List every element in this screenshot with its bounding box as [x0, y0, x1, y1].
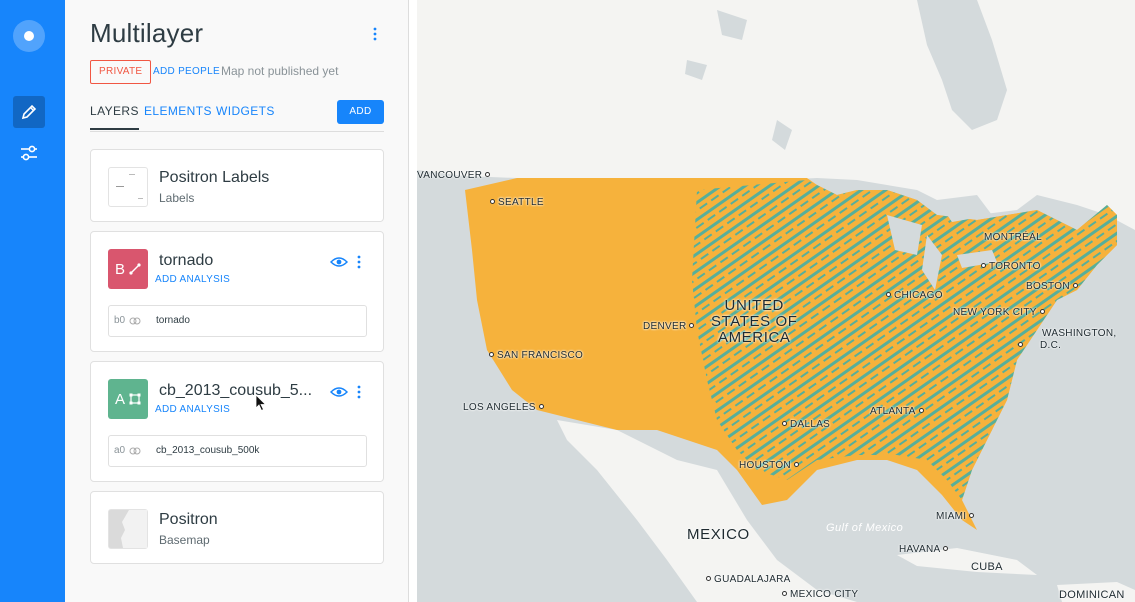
city-label: MIAMI — [936, 511, 977, 522]
layer-card-tornado[interactable]: B tornado ADD ANALYSIS b0 tornado — [90, 231, 384, 352]
sliders-icon — [21, 145, 37, 161]
source-name: tornado — [156, 315, 190, 326]
basemap-thumbnail — [108, 509, 148, 549]
map-options-kebab-icon[interactable] — [367, 26, 383, 42]
city-label: D.C. — [1015, 340, 1061, 351]
add-layer-button[interactable]: ADD — [337, 100, 384, 124]
map-options-button[interactable] — [13, 137, 45, 169]
eye-icon[interactable] — [330, 385, 348, 399]
add-people-link[interactable]: ADD PEOPLE — [153, 66, 220, 77]
layer-name[interactable]: Positron — [159, 511, 218, 529]
link-icon — [129, 317, 141, 325]
city-label: ATLANTA — [870, 406, 927, 417]
layer-options-kebab-icon[interactable] — [355, 254, 363, 270]
city-label: HAVANA — [899, 544, 951, 555]
source-id: b0 — [114, 315, 126, 326]
mouse-cursor-icon — [255, 394, 267, 412]
city-label: DENVER — [643, 321, 697, 332]
city-label: TORONTO — [978, 261, 1041, 272]
edit-map-button[interactable] — [13, 96, 45, 128]
add-analysis-link[interactable]: ADD ANALYSIS — [155, 274, 230, 285]
sea-label: Gulf of Mexico — [826, 522, 904, 534]
layer-letter: A — [114, 390, 125, 408]
layer-name[interactable]: Positron Labels — [159, 169, 269, 187]
line-geometry-icon — [129, 263, 141, 275]
source-id: a0 — [114, 445, 126, 456]
layer-options-kebab-icon[interactable] — [355, 384, 363, 400]
layer-name[interactable]: tornado — [159, 252, 213, 270]
layer-letter-badge: A — [108, 379, 148, 419]
country-label-usa: UNITED STATES OF AMERICA — [711, 297, 798, 346]
city-label: DALLAS — [779, 419, 830, 430]
layer-letter-badge: B — [108, 249, 148, 289]
add-analysis-link[interactable]: ADD ANALYSIS — [155, 404, 230, 415]
publish-status: Map not published yet — [221, 64, 339, 78]
map-canvas[interactable]: VANCOUVER SEATTLE MONTRÉAL TORONTO BOSTO… — [417, 0, 1135, 602]
city-label: CHICAGO — [883, 290, 943, 301]
map-title[interactable]: Multilayer — [90, 18, 203, 49]
editor-panel: Multilayer PRIVATE ADD PEOPLE Map not pu… — [65, 0, 409, 602]
layer-name[interactable]: cb_2013_cousub_5... — [159, 382, 312, 400]
link-icon — [129, 447, 141, 455]
layer-letter: B — [114, 260, 125, 278]
city-label: HOUSTON — [739, 460, 802, 471]
layer-subtitle: Labels — [159, 191, 195, 205]
layer-card-cousub[interactable]: A cb_2013_cousub_5... ADD ANALYSIS a0 cb… — [90, 361, 384, 482]
city-label: MONTRÉAL — [984, 232, 1042, 243]
city-label: SEATTLE — [487, 197, 544, 208]
layer-card-positron-basemap[interactable]: Positron Basemap — [90, 491, 384, 564]
layer-subtitle: Basemap — [159, 533, 210, 547]
layer-card-positron-labels[interactable]: Positron Labels Labels — [90, 149, 384, 222]
city-label: GUADALAJARA — [703, 574, 791, 585]
country-label-cuba: CUBA — [971, 561, 1003, 573]
city-label: WASHINGTON, — [1042, 328, 1117, 339]
tab-layers[interactable]: LAYERS — [90, 104, 139, 130]
tab-widgets[interactable]: WIDGETS — [216, 104, 275, 118]
privacy-badge[interactable]: PRIVATE — [90, 60, 152, 84]
city-label: NEW YORK CITY — [953, 307, 1048, 318]
city-label: BOSTON — [1026, 281, 1081, 292]
carto-logo-icon[interactable] — [13, 20, 45, 52]
city-label: SAN FRANCISCO — [486, 350, 583, 361]
country-label-mexico: MEXICO — [687, 526, 750, 543]
country-label-dominican: DOMINICAN — [1059, 589, 1125, 601]
pencil-icon — [21, 104, 37, 120]
polygon-geometry-icon — [129, 393, 141, 405]
layer-source[interactable]: b0 tornado — [108, 305, 367, 337]
source-name: cb_2013_cousub_500k — [156, 445, 260, 456]
tab-elements[interactable]: ELEMENTS — [144, 104, 212, 118]
eye-icon[interactable] — [330, 255, 348, 269]
city-label: MEXICO CITY — [779, 589, 858, 600]
city-label: LOS ANGELES — [463, 402, 547, 413]
labels-thumbnail — [108, 167, 148, 207]
layer-source[interactable]: a0 cb_2013_cousub_500k — [108, 435, 367, 467]
city-label: VANCOUVER — [417, 170, 493, 181]
nav-rail — [0, 0, 65, 602]
